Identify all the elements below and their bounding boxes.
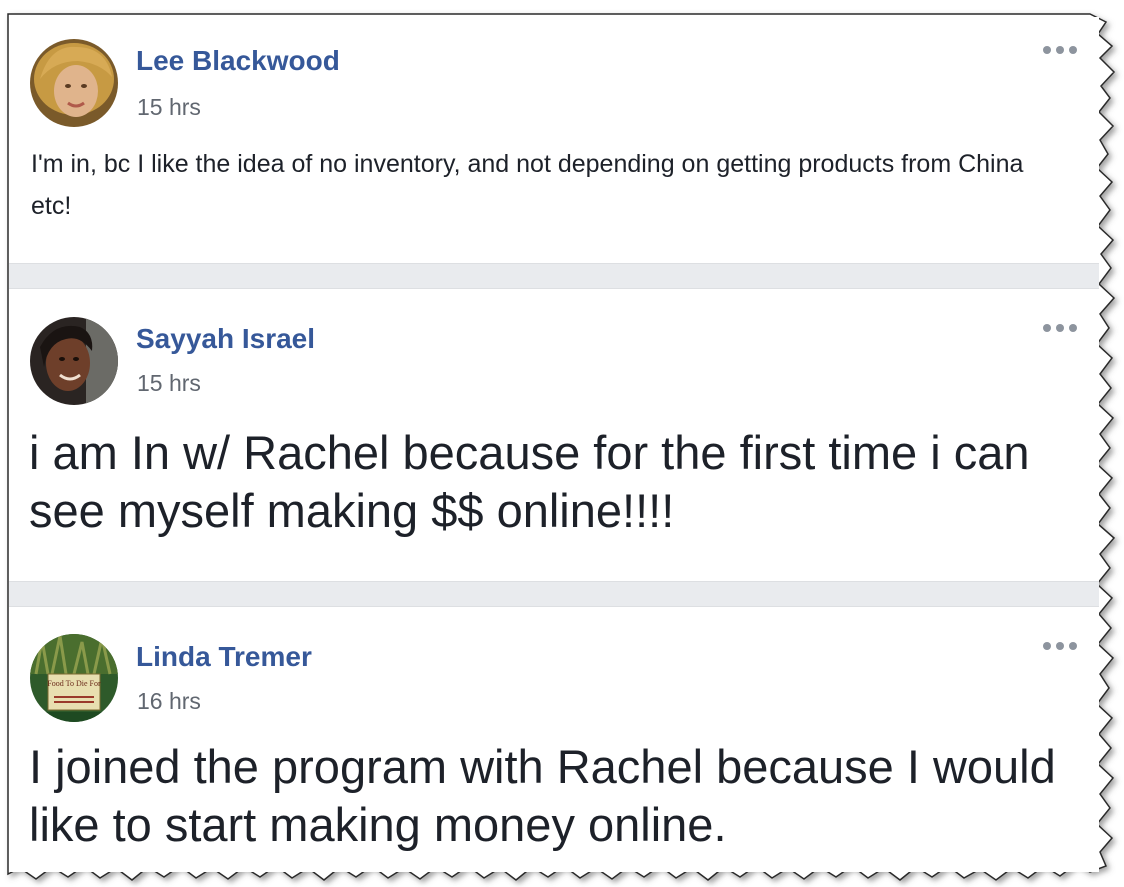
post-divider	[9, 263, 1099, 289]
comment-post: Food To Die For Linda Tremer 16 hrs I jo…	[9, 607, 1099, 872]
profile-photo-icon	[30, 39, 118, 127]
comment-text: i am In w/ Rachel because for the first …	[29, 426, 1030, 537]
avatar[interactable]: Food To Die For	[30, 634, 118, 722]
comment-post: Sayyah Israel 15 hrs i am In w/ Rachel b…	[9, 289, 1099, 581]
post-timestamp[interactable]: 15 hrs	[137, 94, 201, 121]
more-options-icon[interactable]	[1043, 319, 1087, 339]
comment-text: I joined the program with Rachel because…	[29, 740, 1056, 851]
author-name-link[interactable]: Sayyah Israel	[136, 323, 315, 355]
more-options-icon[interactable]	[1043, 637, 1087, 657]
author-name-link[interactable]: Lee Blackwood	[136, 45, 340, 77]
avatar[interactable]	[30, 317, 118, 405]
book-cover-icon: Food To Die For	[30, 634, 118, 722]
book-cover-title: Food To Die For	[47, 679, 101, 688]
post-divider	[9, 581, 1099, 607]
post-timestamp[interactable]: 16 hrs	[137, 688, 201, 715]
more-options-icon[interactable]	[1043, 41, 1087, 61]
comment-feed: Lee Blackwood 15 hrs I'm in, bc I like t…	[9, 17, 1099, 872]
avatar[interactable]	[30, 39, 118, 127]
comment-post: Lee Blackwood 15 hrs I'm in, bc I like t…	[9, 17, 1099, 263]
profile-photo-icon	[30, 317, 118, 405]
author-name-link[interactable]: Linda Tremer	[136, 641, 312, 673]
comment-text: I'm in, bc I like the idea of no invento…	[31, 150, 1024, 220]
post-timestamp[interactable]: 15 hrs	[137, 370, 201, 397]
screenshot-clipping: Lee Blackwood 15 hrs I'm in, bc I like t…	[0, 0, 1124, 887]
